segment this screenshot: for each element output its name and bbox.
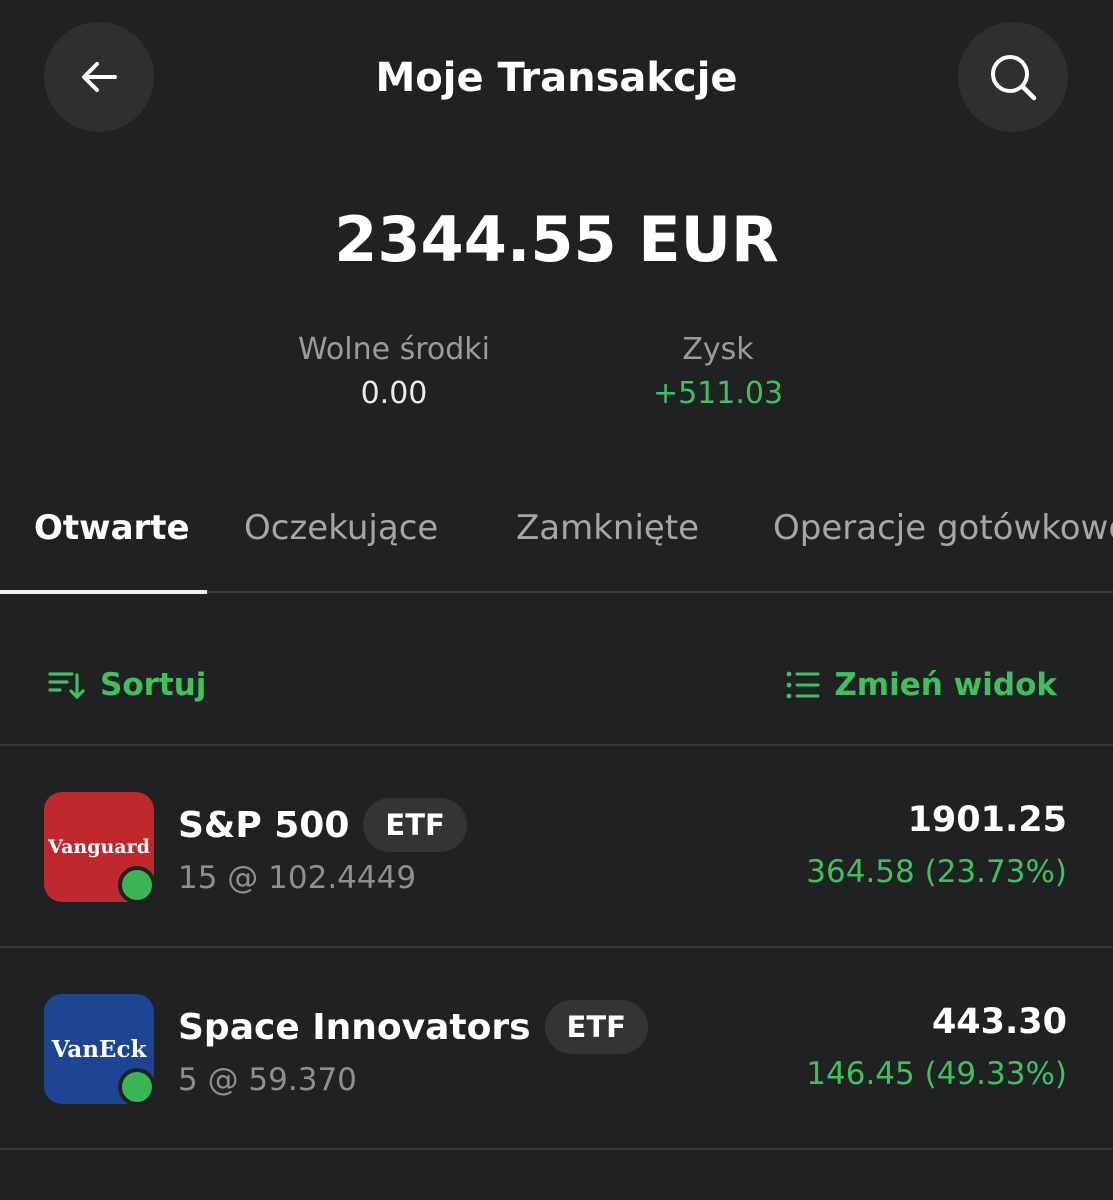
list-view-icon	[786, 671, 820, 699]
tab-open[interactable]: Otwarte	[34, 495, 190, 561]
position-gain: 146.45 (49.33%)	[806, 1056, 1067, 1092]
logo-text: Vanguard	[48, 836, 150, 858]
status-dot	[118, 1068, 156, 1106]
sort-button[interactable]: Sortuj	[48, 655, 206, 715]
position-quantity-price: 5 @ 59.370	[178, 1062, 357, 1098]
change-view-button[interactable]: Zmień widok	[786, 655, 1057, 715]
free-funds-value: 0.00	[360, 376, 428, 411]
free-funds-stat: Wolne środki 0.00	[274, 330, 514, 418]
tab-cash-operations[interactable]: Operacje gotówkowe	[773, 495, 1113, 561]
tab-closed[interactable]: Zamknięte	[516, 495, 699, 561]
search-icon	[991, 55, 1037, 101]
active-tab-indicator	[0, 590, 207, 594]
position-value: 1901.25	[907, 800, 1067, 840]
divider	[0, 1148, 1113, 1150]
position-row[interactable]: VanEck Space Innovators ETF 5 @ 59.370 4…	[0, 948, 1113, 1148]
profit-label: Zysk	[682, 332, 754, 367]
position-value: 443.30	[931, 1002, 1067, 1042]
asset-type-badge: ETF	[544, 1000, 648, 1054]
sort-icon	[48, 672, 85, 699]
logo-text: VanEck	[51, 1035, 147, 1063]
asset-type-badge: ETF	[363, 798, 467, 852]
tab-pending[interactable]: Oczekujące	[244, 495, 438, 561]
position-row[interactable]: Vanguard S&P 500 ETF 15 @ 102.4449 1901.…	[0, 746, 1113, 946]
transaction-tabs: Otwarte Oczekujące Zamknięte Operacje go…	[0, 495, 1113, 593]
change-view-label: Zmień widok	[834, 667, 1057, 703]
profit-value: +511.03	[652, 376, 784, 411]
page-title: Moje Transakcje	[375, 55, 738, 101]
total-balance: 2344.55 EUR	[334, 203, 779, 276]
list-toolbar: Sortuj Zmień widok	[0, 655, 1113, 715]
status-dot	[118, 866, 156, 904]
free-funds-label: Wolne środki	[297, 332, 490, 367]
position-title: Space Innovators ETF	[178, 1000, 648, 1054]
sort-label: Sortuj	[100, 667, 207, 703]
profit-stat: Zysk +511.03	[598, 330, 838, 418]
position-title: S&P 500 ETF	[178, 798, 467, 852]
position-name: Space Innovators	[178, 1006, 531, 1048]
transactions-screen: Moje Transakcje 2344.55 EUR Wolne środki…	[0, 0, 1113, 1200]
position-gain: 364.58 (23.73%)	[806, 854, 1067, 890]
position-name: S&P 500	[178, 804, 350, 846]
search-button[interactable]	[958, 22, 1068, 132]
position-quantity-price: 15 @ 102.4449	[178, 860, 417, 896]
